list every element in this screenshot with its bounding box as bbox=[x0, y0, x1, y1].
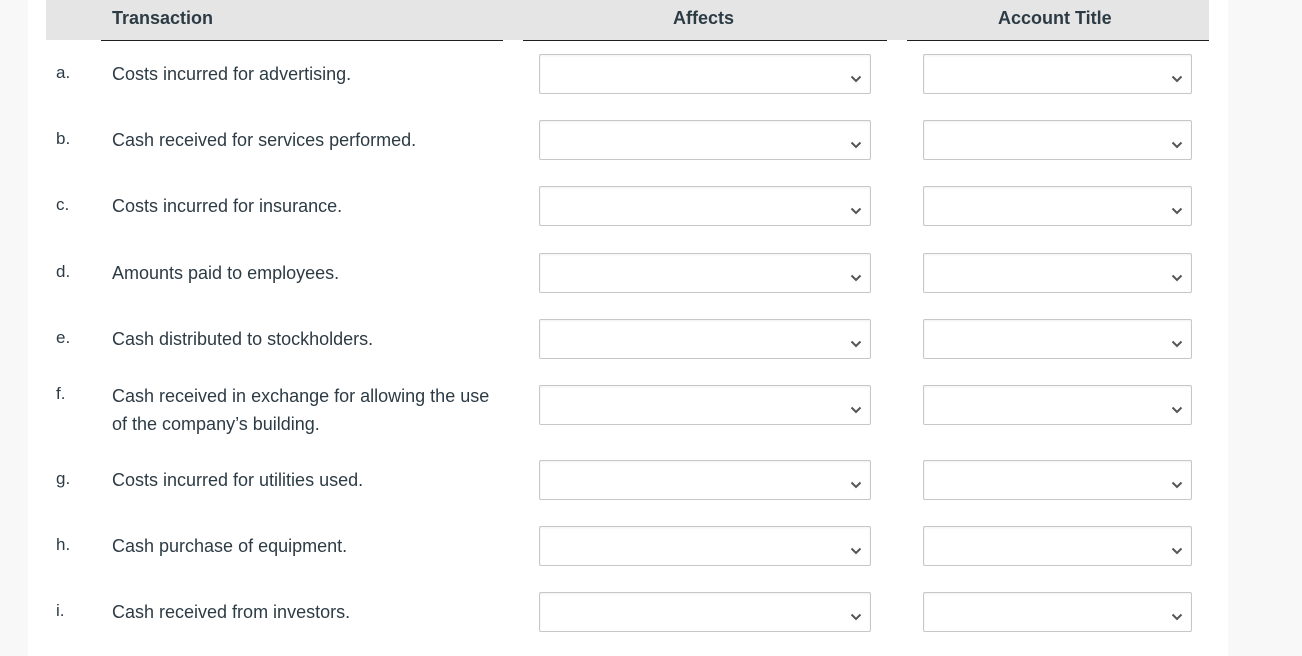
transaction-text: Cash received from investors. bbox=[112, 602, 351, 622]
header-underline-account-title bbox=[907, 40, 1209, 41]
header-transaction: Transaction bbox=[112, 8, 214, 28]
transaction-text: Cash purchase of equipment. bbox=[112, 536, 348, 556]
account-title-select[interactable] bbox=[923, 253, 1192, 293]
chevron-down-icon bbox=[1171, 136, 1183, 149]
chevron-down-icon bbox=[850, 202, 862, 215]
row-letter: a. bbox=[56, 63, 71, 82]
header-account-title: Account Title bbox=[998, 8, 1112, 28]
affects-select[interactable] bbox=[539, 319, 871, 359]
chevron-down-icon bbox=[850, 136, 862, 149]
header-underline-transaction bbox=[101, 40, 503, 41]
chevron-down-icon bbox=[1171, 476, 1183, 489]
account-title-select[interactable] bbox=[923, 385, 1192, 425]
account-title-select[interactable] bbox=[923, 120, 1192, 160]
header-affects: Affects bbox=[673, 8, 735, 28]
account-title-select[interactable] bbox=[923, 186, 1192, 226]
account-title-select[interactable] bbox=[923, 460, 1192, 500]
affects-select[interactable] bbox=[539, 460, 871, 500]
transaction-text: Amounts paid to employees. bbox=[112, 263, 340, 283]
chevron-down-icon bbox=[1171, 401, 1183, 414]
chevron-down-icon bbox=[1171, 70, 1183, 83]
chevron-down-icon bbox=[850, 608, 862, 621]
chevron-down-icon bbox=[850, 542, 862, 555]
transaction-text: Costs incurred for insurance. bbox=[112, 196, 343, 216]
chevron-down-icon bbox=[850, 401, 862, 414]
chevron-down-icon bbox=[1171, 608, 1183, 621]
transaction-text: Cash received for services performed. bbox=[112, 130, 417, 150]
row-letter: g. bbox=[56, 469, 71, 488]
row-letter: e. bbox=[56, 328, 71, 347]
transaction-text: Cash distributed to stockholders. bbox=[112, 329, 374, 349]
transaction-text: Cash received in exchange for allowing t… bbox=[112, 386, 490, 434]
row-letter: h. bbox=[56, 535, 71, 554]
row-letter: d. bbox=[56, 262, 71, 281]
affects-select[interactable] bbox=[539, 526, 871, 566]
chevron-down-icon bbox=[850, 70, 862, 83]
chevron-down-icon bbox=[850, 335, 862, 348]
chevron-down-icon bbox=[1171, 269, 1183, 282]
account-title-select[interactable] bbox=[923, 54, 1192, 94]
row-letter: i. bbox=[56, 601, 65, 620]
affects-select[interactable] bbox=[539, 592, 871, 632]
account-title-select[interactable] bbox=[923, 592, 1192, 632]
affects-select[interactable] bbox=[539, 186, 871, 226]
row-letter: f. bbox=[56, 384, 66, 403]
affects-select[interactable] bbox=[539, 385, 871, 425]
chevron-down-icon bbox=[1171, 335, 1183, 348]
transaction-text: Costs incurred for advertising. bbox=[112, 64, 352, 84]
affects-select[interactable] bbox=[539, 120, 871, 160]
header-underline-affects bbox=[523, 40, 887, 41]
row-letter: b. bbox=[56, 129, 71, 148]
row-letter: c. bbox=[56, 195, 70, 214]
chevron-down-icon bbox=[1171, 202, 1183, 215]
chevron-down-icon bbox=[1171, 542, 1183, 555]
account-title-select[interactable] bbox=[923, 319, 1192, 359]
affects-select[interactable] bbox=[539, 253, 871, 293]
transaction-text: Costs incurred for utilities used. bbox=[112, 470, 364, 490]
account-title-select[interactable] bbox=[923, 526, 1192, 566]
affects-select[interactable] bbox=[539, 54, 871, 94]
chevron-down-icon bbox=[850, 476, 862, 489]
chevron-down-icon bbox=[850, 269, 862, 282]
